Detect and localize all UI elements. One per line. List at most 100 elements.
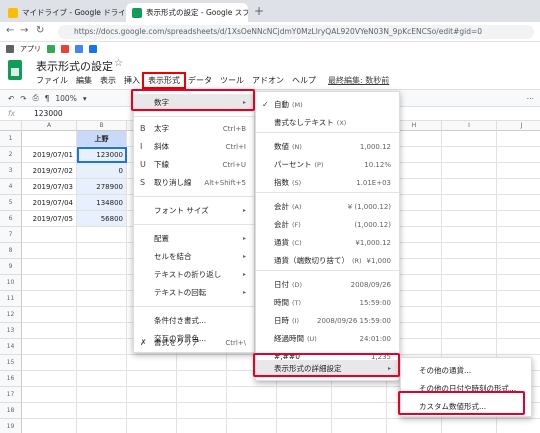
number-format-item[interactable]: 経過時間 (U) 24:01:00 [256,330,399,348]
cell[interactable] [497,163,540,179]
row-header[interactable]: 5 [0,195,22,211]
date-cell[interactable]: 2019/07/02 [22,163,77,179]
cell[interactable] [77,291,127,307]
tab-sheets[interactable]: 表示形式の設定 - Google スプレッ × [126,3,248,22]
menu-insert[interactable]: 挿入 [120,74,144,87]
row-header[interactable]: 1 [0,131,22,147]
cell[interactable] [77,387,127,403]
cell[interactable] [332,419,387,433]
cell[interactable] [227,403,277,419]
format-menu-item[interactable]: U 下線 Ctrl+U [134,156,254,174]
cell[interactable] [177,419,227,433]
cell[interactable] [22,275,77,291]
cell[interactable] [277,403,332,419]
date-cell[interactable]: 2019/07/03 [22,179,77,195]
cell[interactable] [332,387,387,403]
column-header[interactable]: J [497,121,540,131]
chevron-down-icon[interactable]: ▾ [83,94,87,103]
date-cell[interactable]: 2019/07/01 [22,147,77,163]
row-header[interactable]: 18 [0,403,22,419]
cell[interactable] [442,419,497,433]
row-header[interactable]: 19 [0,419,22,433]
number-format-item[interactable]: 書式なしテキスト (X) [256,114,399,132]
number-format-item[interactable]: パーセント (P) 10.12% [256,156,399,174]
cell[interactable] [22,419,77,433]
cell[interactable] [497,275,540,291]
cell[interactable] [442,147,497,163]
row-header[interactable]: 12 [0,307,22,323]
row-header[interactable]: 10 [0,275,22,291]
row-header[interactable]: 13 [0,323,22,339]
cell[interactable] [22,259,77,275]
cell[interactable] [497,131,540,147]
header-cell[interactable]: 上野 [77,131,127,147]
cell[interactable] [442,275,497,291]
star-icon[interactable]: ☆ [114,58,123,69]
cell[interactable] [127,387,177,403]
cell[interactable] [497,243,540,259]
cell[interactable] [77,323,127,339]
tab-google-drive[interactable]: マイドライブ - Google ドライブ × [2,3,124,22]
date-cell[interactable]: 2019/07/04 [22,195,77,211]
print-icon[interactable]: ⎙ [33,93,39,103]
cell[interactable] [177,355,227,371]
apps-icon[interactable] [6,45,14,53]
number-format-item[interactable]: 指数 (S) 1.01E+03 [256,174,399,192]
cell[interactable] [177,403,227,419]
cell[interactable] [77,227,127,243]
cell[interactable] [22,307,77,323]
cell[interactable] [22,355,77,371]
number-format-item[interactable]: 通貨 (C) ¥1,000.12 [256,234,399,252]
row-header[interactable]: 3 [0,163,22,179]
forward-icon[interactable]: → [20,25,28,36]
cell[interactable] [497,227,540,243]
cell[interactable] [442,227,497,243]
menu-addons[interactable]: アドオン [248,74,288,87]
row-header[interactable]: 4 [0,179,22,195]
cell[interactable] [442,307,497,323]
cell[interactable] [77,419,127,433]
cell[interactable] [442,291,497,307]
date-cell[interactable]: 2019/07/05 [22,211,77,227]
cell[interactable] [77,243,127,259]
corner-cell[interactable] [0,121,22,131]
cell[interactable] [497,419,540,433]
menu-format[interactable]: 表示形式 [142,72,186,89]
url-input[interactable]: https://docs.google.com/spreadsheets/d/1… [58,25,534,39]
cell[interactable] [442,179,497,195]
cell[interactable] [497,323,540,339]
cell[interactable] [77,275,127,291]
cell[interactable] [497,339,540,355]
cell[interactable] [22,371,77,387]
number-format-item[interactable]: 数値 (N) 1,000.12 [256,138,399,156]
number-format-item[interactable]: 日付 (D) 2008/09/26 [256,276,399,294]
last-edit-link[interactable]: 最終編集: 数秒前 [324,74,393,87]
cell[interactable] [227,387,277,403]
detail-format-item[interactable]: その他の通貨... [401,362,531,380]
value-cell[interactable]: 134800 [77,195,127,211]
format-menu-item[interactable]: 配置 ▸ [134,230,254,248]
column-header[interactable]: A [22,121,77,131]
cell[interactable] [22,131,77,147]
row-header[interactable]: 8 [0,243,22,259]
column-header[interactable]: B [77,121,127,131]
cell[interactable] [22,339,77,355]
format-menu-item[interactable]: テキストの折り返し ▸ [134,266,254,284]
number-format-item[interactable]: ✓ 自動 (M) [256,96,399,114]
row-header[interactable]: 17 [0,387,22,403]
format-menu-item[interactable]: I 斜体 Ctrl+I [134,138,254,156]
menu-help[interactable]: ヘルプ [288,74,320,87]
cell[interactable] [497,179,540,195]
cell[interactable] [442,323,497,339]
format-menu-item[interactable]: 条件付き書式... [134,312,254,330]
cell[interactable] [127,355,177,371]
reload-icon[interactable]: ↻ [36,25,44,36]
cell[interactable] [497,291,540,307]
cell[interactable] [442,195,497,211]
bookmark-icon[interactable] [89,45,97,53]
cell[interactable] [22,403,77,419]
zoom-select[interactable]: 100% [55,94,76,103]
cell[interactable] [332,403,387,419]
number-format-item[interactable]: 日時 (I) 2008/09/26 15:59:00 [256,312,399,330]
number-format-item[interactable]: 会計 (F) (1,000.12) [256,216,399,234]
